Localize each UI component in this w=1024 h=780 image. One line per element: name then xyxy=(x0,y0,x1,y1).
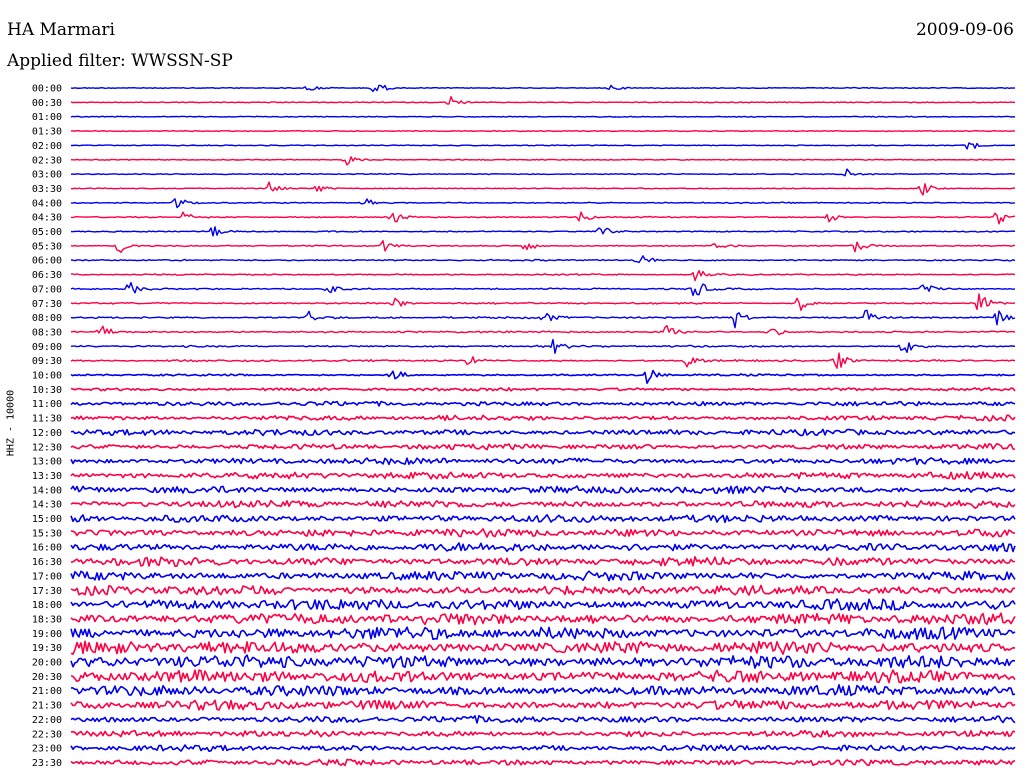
trace-1600 xyxy=(70,542,1016,553)
row-time-label: 06:30 xyxy=(32,270,62,281)
row-time-label: 10:30 xyxy=(32,385,62,396)
row-time-label: 23:30 xyxy=(32,758,62,769)
row-time-label: 11:00 xyxy=(32,399,62,410)
trace-0230 xyxy=(70,156,1016,166)
trace-1030 xyxy=(70,386,1016,392)
trace-1400 xyxy=(70,485,1016,495)
row-time-label: 08:00 xyxy=(32,313,62,324)
row-time-label: 02:30 xyxy=(32,155,62,166)
row-time-label: 09:30 xyxy=(32,356,62,367)
trace-0530 xyxy=(70,239,1016,253)
row-time-label: 12:00 xyxy=(32,428,62,439)
trace-1730 xyxy=(70,584,1016,596)
row-time-label: 05:00 xyxy=(32,227,62,238)
trace-0630 xyxy=(70,269,1016,282)
trace-0330 xyxy=(71,181,1016,196)
trace-group xyxy=(70,84,1016,767)
row-time-label: 09:00 xyxy=(32,342,62,353)
row-time-label: 19:00 xyxy=(32,629,62,640)
trace-0700 xyxy=(70,281,1016,297)
trace-2330 xyxy=(70,758,1016,767)
row-time-label: 05:30 xyxy=(32,241,62,252)
trace-2000 xyxy=(70,654,1016,669)
trace-1000 xyxy=(70,369,1016,385)
trace-0830 xyxy=(70,324,1016,336)
row-time-label: 13:00 xyxy=(32,457,62,468)
row-time-label: 17:30 xyxy=(32,586,62,597)
trace-1700 xyxy=(70,570,1016,582)
row-time-label: 20:30 xyxy=(32,672,62,683)
trace-2200 xyxy=(70,714,1016,724)
row-time-label: 16:30 xyxy=(32,557,62,568)
row-time-label: 07:00 xyxy=(32,284,62,295)
row-time-label: 23:00 xyxy=(32,744,62,755)
trace-0800 xyxy=(70,309,1016,329)
trace-0600 xyxy=(70,255,1016,264)
trace-0900 xyxy=(70,338,1016,354)
trace-0130 xyxy=(70,129,1016,133)
trace-2130 xyxy=(70,699,1016,711)
row-time-label: 10:00 xyxy=(32,371,62,382)
trace-0200 xyxy=(70,142,1016,150)
row-time-label: 04:30 xyxy=(32,213,62,224)
trace-1330 xyxy=(70,471,1016,480)
trace-1630 xyxy=(70,556,1016,567)
row-time-label: 20:00 xyxy=(32,658,62,669)
trace-0030 xyxy=(70,96,1016,105)
row-time-label: 07:30 xyxy=(32,299,62,310)
row-time-label: 12:30 xyxy=(32,442,62,453)
trace-1830 xyxy=(70,612,1016,626)
trace-1130 xyxy=(70,414,1016,422)
trace-1300 xyxy=(70,457,1016,466)
trace-0100 xyxy=(70,115,1016,118)
row-time-label: 15:30 xyxy=(32,528,62,539)
trace-0300 xyxy=(70,168,1016,177)
row-time-label: 00:00 xyxy=(32,84,62,95)
row-time-label: 01:30 xyxy=(32,127,62,138)
row-time-label: 14:00 xyxy=(32,485,62,496)
trace-1900 xyxy=(70,626,1016,641)
trace-0000 xyxy=(70,84,1016,93)
trace-2100 xyxy=(70,683,1016,697)
trace-1200 xyxy=(70,428,1016,437)
row-time-label: 11:30 xyxy=(32,414,62,425)
trace-1100 xyxy=(70,400,1016,407)
trace-2030 xyxy=(70,669,1016,684)
row-time-label: 13:30 xyxy=(32,471,62,482)
row-time-label: 04:00 xyxy=(32,198,62,209)
row-time-label: 21:00 xyxy=(32,686,62,697)
trace-0430 xyxy=(70,211,1016,225)
row-time-label: 16:00 xyxy=(32,543,62,554)
trace-2230 xyxy=(70,729,1016,738)
row-time-label: 22:30 xyxy=(32,729,62,740)
row-time-label: 18:30 xyxy=(32,614,62,625)
trace-1500 xyxy=(70,513,1016,524)
trace-0930 xyxy=(70,352,1016,369)
row-time-label: 03:30 xyxy=(32,184,62,195)
row-time-label: 21:30 xyxy=(32,701,62,712)
row-time-label: 06:00 xyxy=(32,256,62,267)
trace-1800 xyxy=(70,598,1016,612)
row-label-group: 00:00 00:30 01:00 01:30 02:00 02:30 03:00 03:30… xyxy=(32,84,62,769)
trace-0400 xyxy=(70,198,1016,209)
row-time-label: 14:30 xyxy=(32,500,62,511)
row-time-label: 15:00 xyxy=(32,514,62,525)
row-time-label: 17:00 xyxy=(32,571,62,582)
row-time-label: 08:30 xyxy=(32,327,62,338)
trace-0730 xyxy=(70,293,1016,312)
trace-1230 xyxy=(70,442,1016,451)
row-time-label: 02:00 xyxy=(32,141,62,152)
trace-1930 xyxy=(70,640,1016,655)
row-time-label: 18:00 xyxy=(32,600,62,611)
trace-1430 xyxy=(70,499,1016,509)
trace-1530 xyxy=(70,528,1016,538)
row-time-label: 19:30 xyxy=(32,643,62,654)
row-time-label: 03:00 xyxy=(32,170,62,181)
row-time-label: 01:00 xyxy=(32,112,62,123)
row-time-label: 00:30 xyxy=(32,98,62,109)
trace-2300 xyxy=(70,744,1016,752)
helicorder-plot: 00:00 00:30 01:00 01:30 02:00 02:30 03:00 03:30… xyxy=(32,84,1016,769)
trace-0500 xyxy=(70,226,1016,237)
row-time-label: 22:00 xyxy=(32,715,62,726)
